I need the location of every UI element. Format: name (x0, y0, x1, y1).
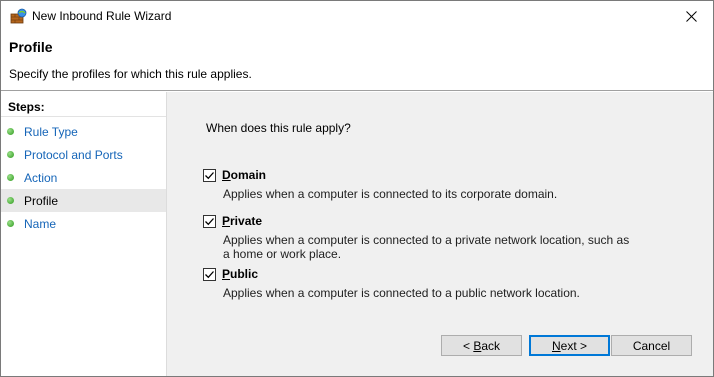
public-label-rest: ublic (230, 267, 259, 281)
cancel-label: Cancel (632, 338, 671, 353)
question-label: When does this rule apply? (206, 121, 351, 135)
private-description: Applies when a computer is connected to … (223, 233, 630, 261)
steps-title: Steps: (8, 100, 45, 114)
wizard-header: Profile Specify the profiles for which t… (1, 32, 713, 90)
private-label-rest: rivate (230, 214, 263, 228)
private-mnemonic: P (222, 214, 231, 228)
green-dot-icon (7, 174, 14, 181)
next-button[interactable]: Next > (529, 335, 610, 356)
domain-label[interactable]: Domain (222, 168, 266, 182)
checkmark-icon (205, 218, 214, 226)
domain-description: Applies when a computer is connected to … (223, 187, 558, 201)
step-label: Action (24, 170, 58, 185)
public-description: Applies when a computer is connected to … (223, 286, 580, 300)
public-mnemonic: P (222, 267, 231, 281)
page-title: Profile (9, 39, 53, 55)
back-mnemonic: B (473, 338, 482, 353)
back-rest: ack (481, 338, 501, 353)
green-dot-icon (7, 128, 14, 135)
domain-label-rest: omain (230, 168, 267, 182)
next-mnemonic: N (551, 338, 561, 353)
green-dot-icon (7, 151, 14, 158)
step-name[interactable]: Name (1, 212, 166, 235)
step-action[interactable]: Action (1, 166, 166, 189)
content-panel: When does this rule apply? Domain Applie… (167, 92, 713, 376)
close-icon (685, 11, 697, 22)
title-bar[interactable]: New Inbound Rule Wizard (1, 1, 713, 32)
window-title: New Inbound Rule Wizard (32, 9, 172, 23)
private-label[interactable]: Private (222, 214, 262, 228)
back-button[interactable]: < Back (441, 335, 522, 356)
step-protocol-and-ports[interactable]: Protocol and Ports (1, 143, 166, 166)
step-label: Name (24, 216, 57, 231)
step-profile[interactable]: Profile (1, 189, 166, 212)
step-label: Profile (24, 193, 59, 208)
public-checkbox[interactable] (203, 268, 216, 281)
firewall-wizard-icon (10, 8, 27, 25)
page-subtitle: Specify the profiles for which this rule… (9, 67, 252, 81)
domain-mnemonic: D (222, 168, 231, 182)
step-rule-type[interactable]: Rule Type (1, 120, 166, 143)
step-label: Rule Type (24, 124, 78, 139)
steps-divider (1, 116, 166, 117)
domain-checkbox[interactable] (203, 169, 216, 182)
checkmark-icon (205, 172, 214, 180)
public-label[interactable]: Public (222, 267, 258, 281)
close-button[interactable] (669, 1, 713, 32)
checkmark-icon (205, 271, 214, 279)
step-label: Protocol and Ports (24, 147, 123, 162)
green-dot-icon (7, 197, 14, 204)
green-dot-icon (7, 220, 14, 227)
steps-panel: Steps: Rule Type Protocol and Ports Acti… (1, 92, 167, 376)
back-prefix: < (462, 338, 474, 353)
cancel-button[interactable]: Cancel (611, 335, 692, 356)
next-rest: ext > (560, 338, 588, 353)
private-checkbox[interactable] (203, 215, 216, 228)
wizard-window: New Inbound Rule Wizard Profile Specify … (0, 0, 714, 377)
